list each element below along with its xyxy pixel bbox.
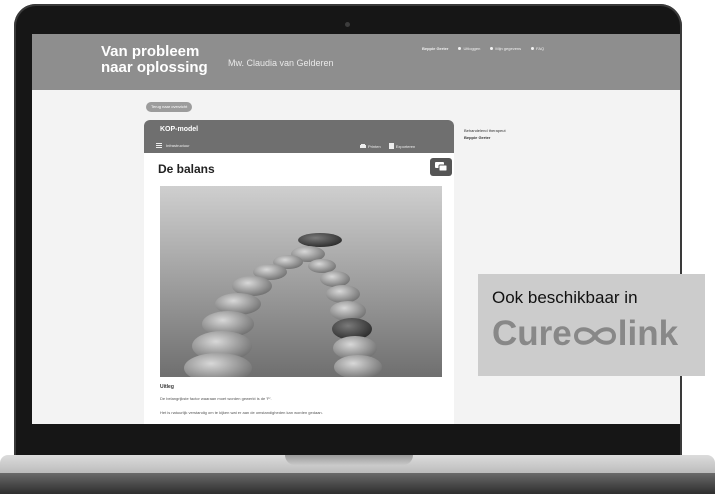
print-button[interactable]: Printen (360, 143, 381, 149)
nav-logout-label: Uitloggen (463, 46, 481, 51)
client-name: Mw. Claudia van Gelderen (228, 58, 334, 68)
card-subtitle-label: Infrastructuur (166, 143, 190, 148)
card-subtitle[interactable]: Infrastructuur (156, 143, 190, 148)
lesson-image (160, 186, 442, 377)
bullet-icon (531, 47, 535, 50)
nav-logout[interactable]: Uitloggen (458, 46, 480, 51)
chat-icon (435, 162, 448, 172)
brand-logo: Cure link (492, 314, 678, 354)
user-name: Beppie Gerter (422, 46, 449, 51)
paragraph: Het is natuurlijk verstandig om te kijke… (160, 410, 323, 415)
infinity-icon (573, 327, 616, 345)
card-header: KOP-model Infrastructuur Printen Exporte… (144, 120, 454, 153)
therapist-label: Behandelend therapeut (464, 128, 506, 133)
promo-text: Ook beschikbaar in (492, 288, 638, 307)
promo-banner[interactable]: Ook beschikbaar in Cure link (478, 274, 705, 376)
base-bottom (0, 473, 715, 494)
site-title[interactable]: Van probleem naar oplossing (101, 44, 221, 76)
laptop-base (0, 455, 715, 494)
nav-my-details-label: Mijn gegevens (495, 46, 522, 51)
nav-my-details[interactable]: Mijn gegevens (490, 46, 521, 51)
back-to-overview-button[interactable]: Terug naar overzicht (146, 102, 193, 112)
lesson-title: De balans (158, 162, 215, 176)
brand-left: Cure (492, 314, 572, 353)
paragraph: De belangrijkste factor waaraan moet wor… (160, 396, 272, 401)
list-icon (156, 143, 162, 148)
card-actions: Printen Exporteren (360, 143, 415, 149)
top-nav: Beppie Gerter Uitloggen Mijn gegevens FA… (422, 46, 544, 51)
module-card: KOP-model Infrastructuur Printen Exporte… (144, 120, 454, 424)
chat-button[interactable] (430, 158, 452, 176)
export-icon (388, 143, 394, 149)
therapist-info: Behandelend therapeut Beppie Gerter (464, 127, 506, 141)
camera-dot (345, 22, 350, 27)
card-title: KOP-model (160, 126, 199, 133)
print-label: Printen (368, 143, 381, 149)
section-heading: Uitleg (160, 384, 174, 390)
export-button[interactable]: Exporteren (388, 143, 416, 149)
nav-faq-label: FAQ (536, 46, 545, 51)
balanced-stones-image (160, 186, 442, 377)
bullet-icon (490, 47, 494, 50)
site-header: Van probleem naar oplossing Mw. Claudia … (32, 34, 682, 90)
therapist-name: Beppie Gerter (464, 135, 491, 140)
printer-icon (360, 143, 366, 148)
base-lip (285, 455, 413, 465)
brand-right: link (617, 314, 679, 353)
nav-faq[interactable]: FAQ (531, 46, 544, 51)
export-label: Exporteren (395, 143, 416, 149)
bullet-icon (458, 47, 462, 50)
